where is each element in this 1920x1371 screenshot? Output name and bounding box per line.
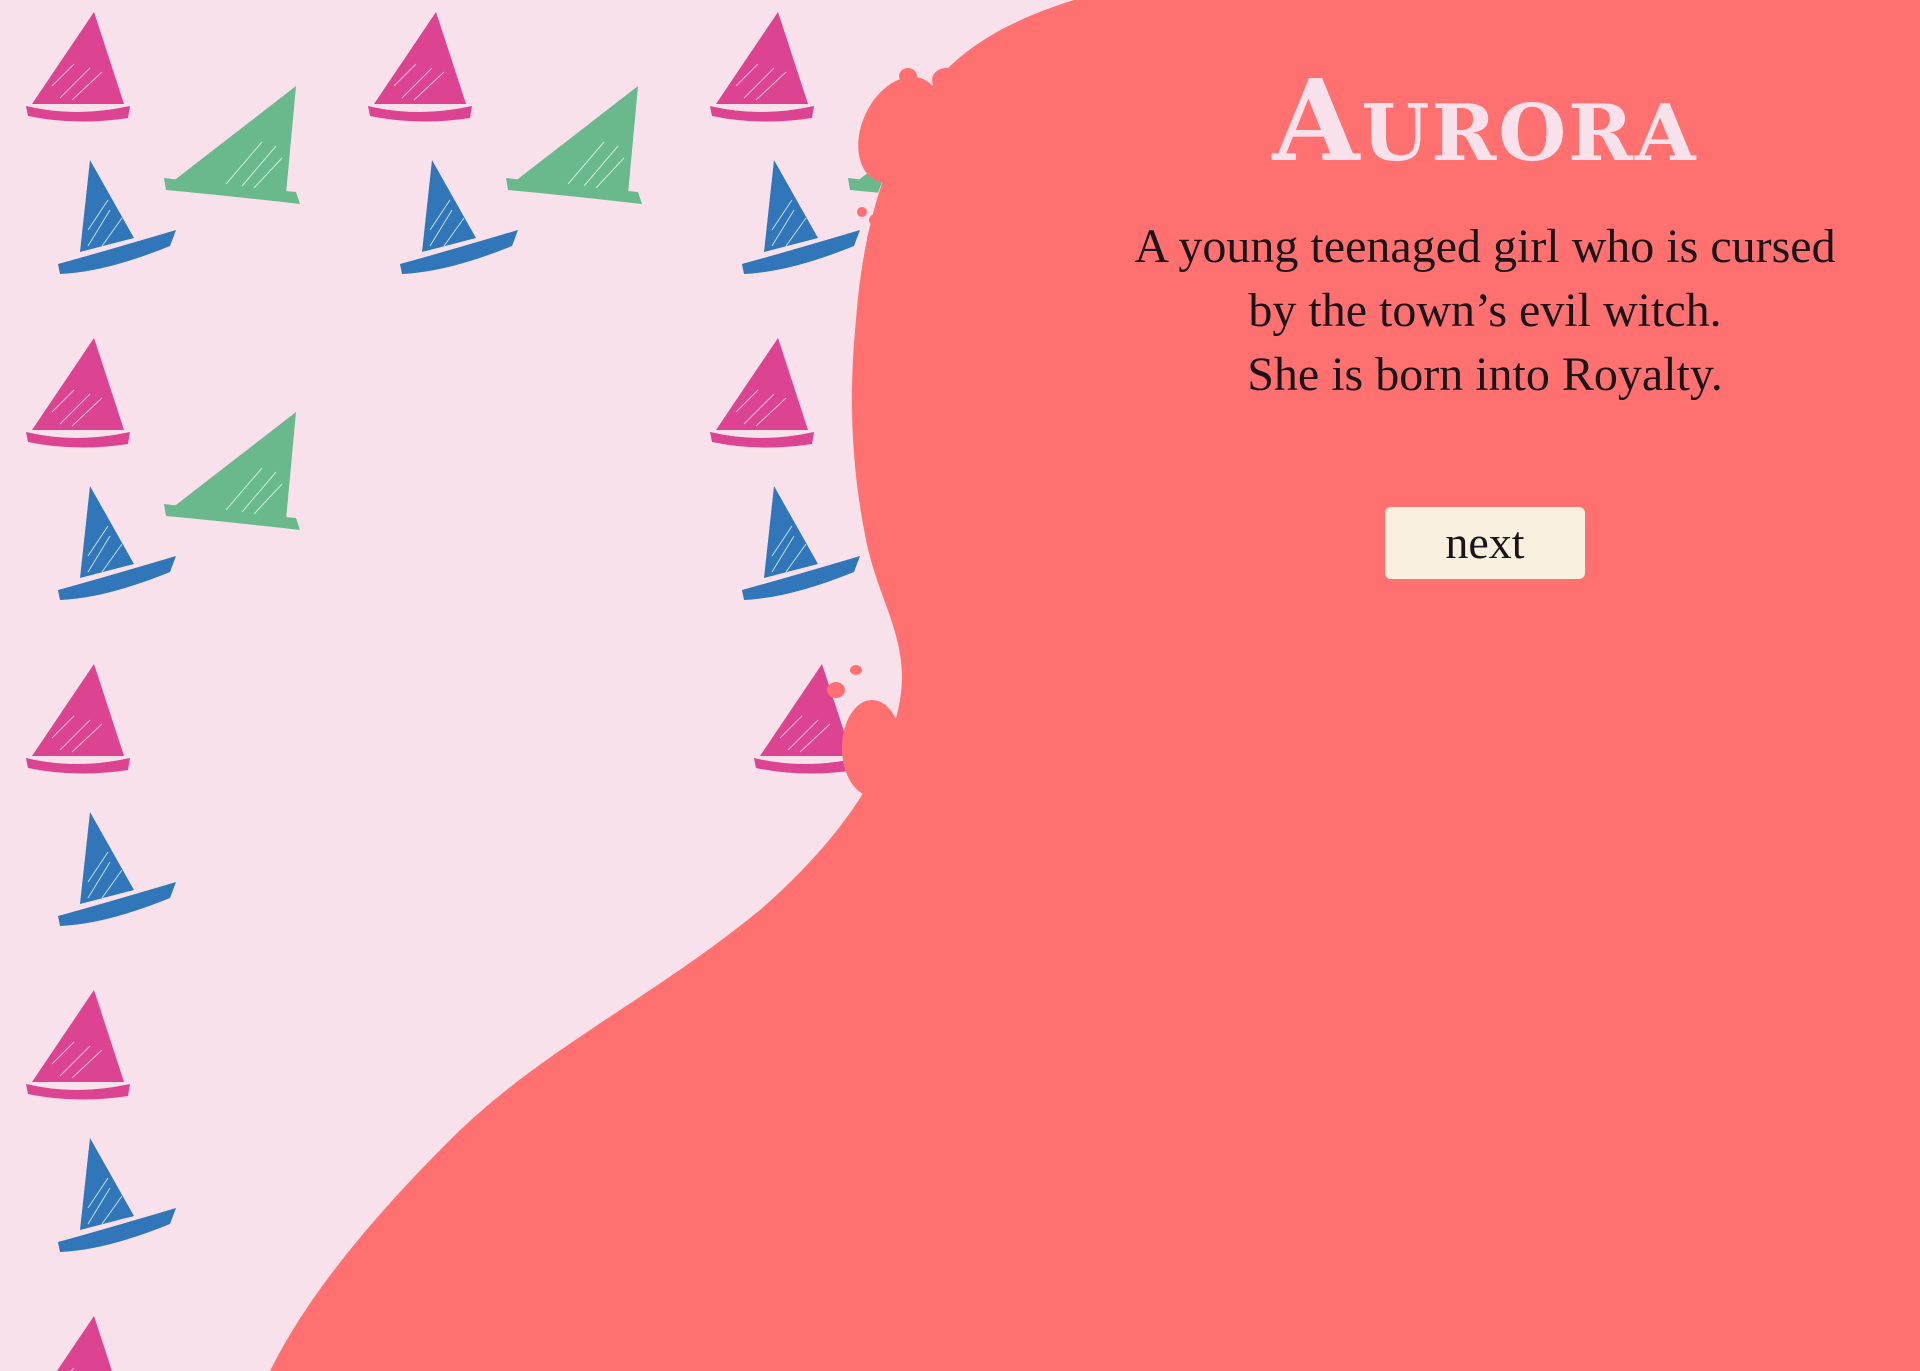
description-line: She is born into Royalty.: [1247, 348, 1723, 402]
witch-hat-blue-icon: [57, 811, 177, 927]
witch-hat-pink-icon: [753, 663, 859, 775]
witch-hat-pink-icon: [709, 337, 815, 449]
character-card: Aurora A young teenaged girl who is curs…: [1060, 56, 1910, 580]
witch-hat-pink-icon: [25, 11, 131, 123]
next-button[interactable]: next: [1385, 507, 1585, 580]
witch-hat-pink-icon: [25, 337, 131, 449]
witch-hat-green-icon: [505, 85, 643, 205]
witch-hat-blue-icon: [57, 485, 177, 601]
description-line: by the town’s evil witch.: [1248, 284, 1722, 338]
witch-hat-pink-icon: [25, 1315, 131, 1371]
witch-hat-blue-icon: [741, 485, 861, 601]
witch-hat-green-icon: [163, 85, 301, 205]
witch-hat-blue-icon: [57, 1137, 177, 1253]
witch-hat-pink-icon: [367, 11, 473, 123]
witch-hat-blue-icon: [399, 159, 519, 275]
witch-hat-pink-icon: [25, 989, 131, 1101]
character-description: A young teenaged girl who is cursed by t…: [1060, 215, 1910, 407]
description-line: A young teenaged girl who is cursed: [1134, 220, 1836, 274]
witch-hat-green-icon: [163, 411, 301, 531]
witch-hat-pink-icon: [709, 11, 815, 123]
witch-hat-blue-icon: [57, 159, 177, 275]
character-name-title: Aurora: [1272, 56, 1698, 187]
witch-hat-blue-icon: [741, 159, 861, 275]
witch-hat-pink-icon: [25, 663, 131, 775]
